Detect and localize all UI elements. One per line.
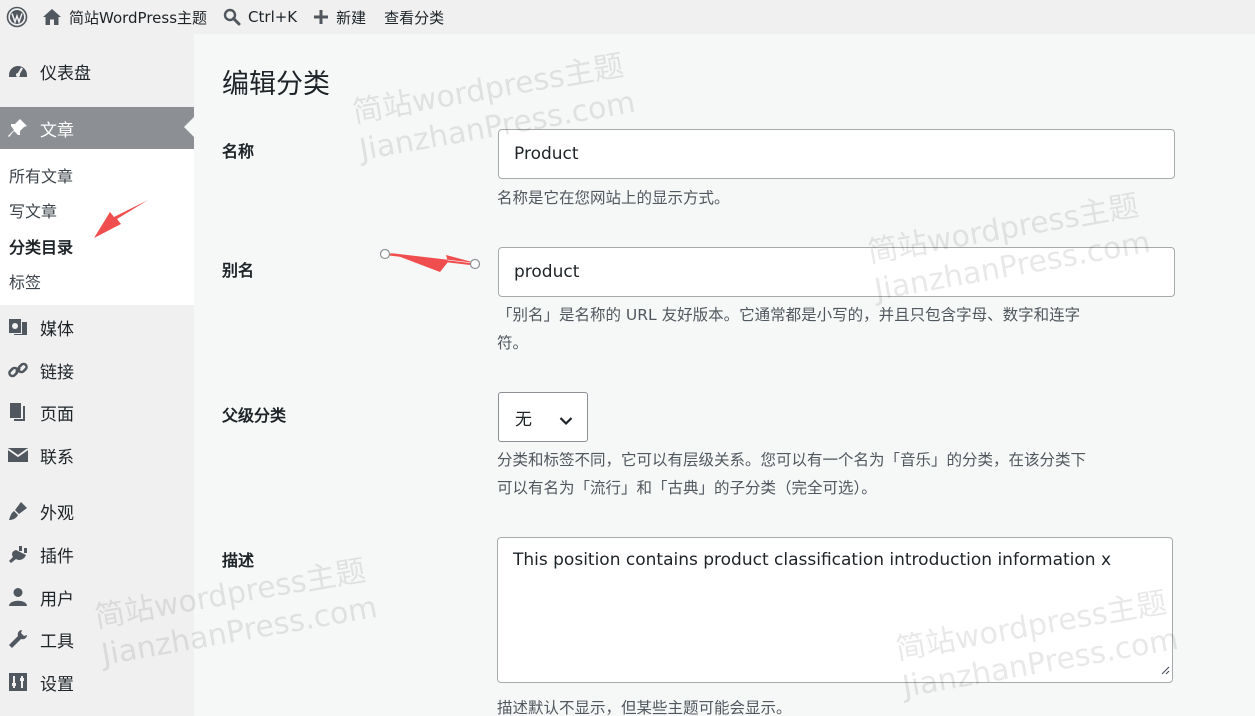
menu-label: 用户 (40, 589, 74, 610)
name-label: 名称 (222, 142, 255, 161)
slug-description: 「别名」是名称的 URL 友好版本。它通常都是小写的，并且只包含字母、数字和连字… (497, 301, 1080, 357)
search-icon (223, 8, 241, 26)
posts-submenu: 所有文章 写文章 分类目录 标签 (0, 149, 194, 305)
search-shortcut-label: Ctrl+K (248, 8, 298, 26)
home-icon (42, 8, 62, 26)
menu-item-plugins[interactable]: 插件 (0, 534, 194, 574)
slug-description-line-2: 符。 (497, 334, 529, 352)
menu-item-appearance[interactable]: 外观 (0, 491, 194, 531)
menu-item-pages[interactable]: 页面 (0, 392, 194, 432)
menu-item-links[interactable]: 链接 (0, 350, 194, 390)
site-name-link[interactable]: 简站WordPress主题 (34, 0, 215, 34)
brush-icon (7, 500, 29, 522)
menu-item-settings[interactable]: 设置 (0, 662, 194, 702)
command-palette-button[interactable]: Ctrl+K (215, 0, 305, 34)
page-title: 编辑分类 (222, 69, 330, 100)
current-menu-notch (184, 117, 194, 137)
plugin-icon (7, 543, 29, 565)
link-icon (7, 359, 29, 381)
user-icon (7, 586, 29, 608)
menu-label: 外观 (40, 503, 74, 524)
menu-item-tools[interactable]: 工具 (0, 619, 194, 659)
admin-bar: 简站WordPress主题 Ctrl+K 新建 查看分类 (0, 0, 1255, 34)
parent-description: 分类和标签不同，它可以有层级关系。您可以有一个名为「音乐」的分类，在该分类下 可… (497, 446, 1086, 502)
menu-item-dashboard[interactable]: 仪表盘 (0, 51, 194, 91)
parent-selected-value: 无 (515, 409, 532, 430)
resize-grip-icon[interactable] (1160, 660, 1170, 680)
admin-sidebar: 仪表盘 文章 所有文章 写文章 分类目录 标签 媒体 链接 页面 联系 外观 插… (0, 34, 194, 716)
name-description: 名称是它在您网站上的显示方式。 (497, 189, 730, 207)
new-content-button[interactable]: 新建 (305, 0, 374, 34)
description-label: 描述 (222, 551, 255, 570)
menu-item-media[interactable]: 媒体 (0, 307, 194, 347)
menu-label: 媒体 (40, 319, 74, 340)
description-textarea[interactable]: This position contains product classific… (497, 537, 1173, 683)
wordpress-logo-icon[interactable] (0, 0, 34, 34)
submenu-new-post[interactable]: 写文章 (9, 198, 57, 222)
parent-label: 父级分类 (222, 406, 287, 425)
menu-label: 联系 (40, 447, 74, 468)
view-category-link[interactable]: 查看分类 (374, 0, 452, 34)
slug-input[interactable]: product (498, 247, 1175, 297)
new-label: 新建 (336, 8, 367, 27)
wrench-icon (7, 628, 29, 650)
description-help: 描述默认不显示，但某些主题可能会显示。 (497, 699, 792, 716)
menu-item-users[interactable]: 用户 (0, 577, 194, 617)
chevron-down-icon (559, 411, 573, 431)
menu-label: 仪表盘 (40, 63, 91, 84)
mail-icon (7, 444, 29, 466)
page-icon (7, 401, 29, 423)
settings-icon (7, 671, 29, 693)
menu-label: 文章 (40, 120, 74, 141)
pin-icon (7, 117, 29, 139)
description-text: This position contains product classific… (513, 550, 1112, 570)
media-icon (7, 316, 29, 338)
submenu-tags[interactable]: 标签 (9, 269, 41, 293)
view-category-label: 查看分类 (384, 8, 445, 27)
menu-label: 页面 (40, 404, 74, 425)
parent-category-select[interactable]: 无 (498, 392, 588, 442)
menu-label: 插件 (40, 546, 74, 567)
submenu-all-posts[interactable]: 所有文章 (9, 163, 73, 187)
parent-description-line-1: 分类和标签不同，它可以有层级关系。您可以有一个名为「音乐」的分类，在该分类下 (497, 451, 1087, 469)
menu-label: 链接 (40, 362, 74, 383)
parent-description-line-2: 可以有名为「流行」和「古典」的子分类（完全可选）。 (497, 479, 877, 497)
name-input[interactable]: Product (498, 129, 1175, 179)
dashboard-icon (7, 60, 29, 82)
submenu-categories[interactable]: 分类目录 (9, 234, 73, 258)
slug-description-line-1: 「别名」是名称的 URL 友好版本。它通常都是小写的，并且只包含字母、数字和连字 (497, 306, 1081, 324)
site-name-label: 简站WordPress主题 (69, 8, 208, 27)
plus-icon (313, 9, 329, 25)
menu-label: 设置 (40, 674, 74, 695)
menu-item-contact[interactable]: 联系 (0, 435, 194, 475)
slug-label: 别名 (222, 261, 255, 280)
menu-label: 工具 (40, 631, 74, 652)
menu-item-posts[interactable]: 文章 (0, 107, 194, 149)
edit-category-form: 编辑分类 名称 Product 名称是它在您网站上的显示方式。 别名 produ… (194, 34, 1255, 716)
